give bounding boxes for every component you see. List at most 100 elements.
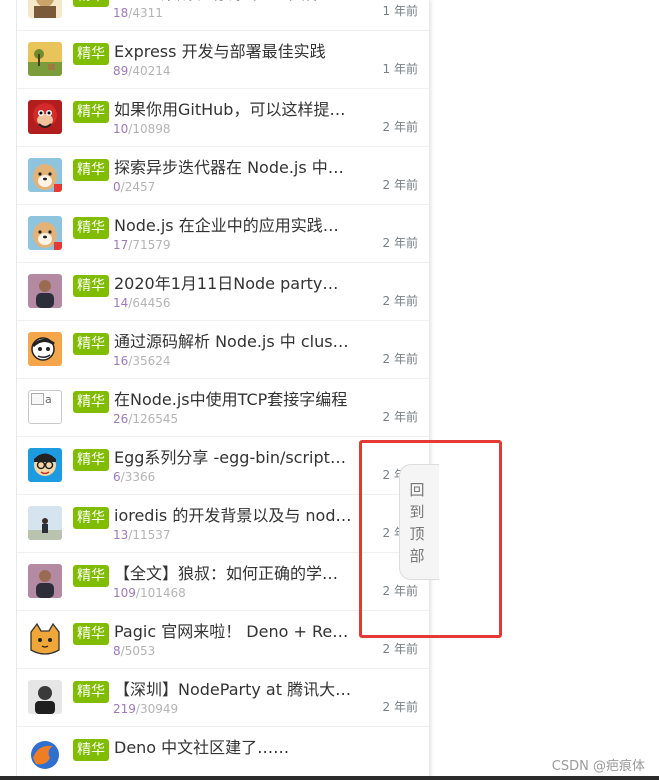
view-count: 10898 bbox=[132, 122, 171, 136]
reply-count: 89 bbox=[113, 64, 129, 78]
topic-row[interactable]: 精华Node 集成现场调试……文件导……18/43111 年前 bbox=[17, 0, 429, 31]
topic-row[interactable]: 精华 Deno 中文社区建了…… bbox=[17, 728, 429, 780]
topic-title-link[interactable]: 如果你用GitHub，可以这样提高... bbox=[114, 98, 352, 122]
featured-badge: 精华 bbox=[73, 449, 109, 471]
topic-title-link[interactable]: Express 开发与部署最佳实践 bbox=[114, 40, 352, 64]
last-reply-time: 2 年前 bbox=[382, 352, 418, 366]
topic-counts: 26/126545 bbox=[113, 412, 178, 426]
view-count: 4311 bbox=[132, 6, 163, 20]
topic-title-link[interactable]: 【全文】狼叔：如何正确的学习... bbox=[114, 562, 352, 586]
last-reply-time: 2 年前 bbox=[382, 700, 418, 714]
reply-count: 16 bbox=[113, 354, 129, 368]
last-reply-time: 2 年前 bbox=[382, 642, 418, 656]
author-avatar[interactable] bbox=[28, 0, 62, 18]
topic-title-link[interactable]: 【深圳】NodeParty at 腾讯大厦 ... bbox=[114, 678, 352, 702]
reply-count: 109 bbox=[113, 586, 136, 600]
reply-count: 219 bbox=[113, 702, 136, 716]
topic-counts: 10/10898 bbox=[113, 122, 171, 136]
featured-badge: 精华 bbox=[73, 623, 109, 645]
last-reply-time: 2 年前 bbox=[382, 120, 418, 134]
topic-row[interactable]: 精华 Node.js 在企业中的应用实践集... 17/71579 2 年前 bbox=[17, 206, 429, 263]
topic-title-link[interactable]: 2020年1月11日Node party@北... bbox=[114, 272, 352, 296]
featured-badge: 精华 bbox=[73, 333, 109, 355]
featured-badge: 精华 bbox=[73, 507, 109, 529]
topic-counts: 0/2457 bbox=[113, 180, 155, 194]
reply-count: 6 bbox=[113, 470, 121, 484]
view-count: 101468 bbox=[139, 586, 186, 600]
topic-row[interactable]: 精华 通过源码解析 Node.js 中 cluster... 16/35624 2 年… bbox=[17, 322, 429, 379]
author-avatar[interactable] bbox=[28, 158, 62, 192]
topic-list: 精华Node 集成现场调试……文件导……18/43111 年前精华Express… bbox=[16, 0, 430, 780]
topic-counts: 17/71579 bbox=[113, 238, 171, 252]
author-avatar[interactable] bbox=[28, 738, 62, 772]
view-count: 3366 bbox=[124, 470, 156, 484]
topic-row[interactable]: 精华 Express 开发与部署最佳实践 89/40214 1 年前 bbox=[17, 32, 429, 89]
reply-count: 13 bbox=[113, 528, 129, 542]
topic-row[interactable]: 精华 探索异步迭代器在 Node.js 中的... 0/2457 2 年前 bbox=[17, 148, 429, 205]
author-avatar[interactable] bbox=[28, 622, 62, 656]
author-avatar[interactable] bbox=[28, 42, 62, 76]
reply-count: 0 bbox=[113, 180, 121, 194]
view-count: 35624 bbox=[132, 354, 171, 368]
image-placeholder-icon bbox=[31, 393, 44, 405]
reply-count: 17 bbox=[113, 238, 129, 252]
topic-counts: 18/4311 bbox=[113, 6, 163, 20]
view-count: 40214 bbox=[132, 64, 171, 78]
view-count: 126545 bbox=[132, 412, 179, 426]
avatar-alt-text: a bbox=[45, 393, 52, 406]
featured-badge: 精华 bbox=[73, 0, 109, 7]
author-avatar[interactable] bbox=[28, 506, 62, 540]
reply-count: 8 bbox=[113, 644, 121, 658]
topic-title-link[interactable]: ioredis 的开发背景以及与 node_... bbox=[114, 504, 352, 528]
watermark: CSDN @疤痕体 bbox=[551, 755, 645, 774]
author-avatar[interactable] bbox=[28, 448, 62, 482]
featured-badge: 精华 bbox=[73, 565, 109, 587]
topic-counts: 16/35624 bbox=[113, 354, 171, 368]
highlight-annotation-box bbox=[359, 440, 502, 638]
topic-row[interactable]: a 精华 在Node.js中使用TCP套接字编程 26/126545 2 年前 bbox=[17, 380, 429, 437]
broken-image-icon[interactable]: a bbox=[28, 390, 62, 424]
last-reply-time: 2 年前 bbox=[382, 178, 418, 192]
featured-badge: 精华 bbox=[73, 681, 109, 703]
topic-title-link[interactable]: Deno 中文社区建了…… bbox=[114, 736, 352, 760]
topic-title-link[interactable]: 在Node.js中使用TCP套接字编程 bbox=[114, 388, 352, 412]
last-reply-time: 2 年前 bbox=[382, 294, 418, 308]
featured-badge: 精华 bbox=[73, 739, 109, 761]
author-avatar[interactable] bbox=[28, 680, 62, 714]
author-avatar[interactable] bbox=[28, 100, 62, 134]
topic-counts: 14/64456 bbox=[113, 296, 171, 310]
featured-badge: 精华 bbox=[73, 217, 109, 239]
topic-title-link[interactable]: Node.js 在企业中的应用实践集... bbox=[114, 214, 352, 238]
featured-badge: 精华 bbox=[73, 159, 109, 181]
topic-counts: 8/5053 bbox=[113, 644, 155, 658]
topic-title-link[interactable]: Pagic 官网来啦！ Deno + React ... bbox=[114, 620, 352, 644]
view-count: 5053 bbox=[124, 644, 156, 658]
view-count: 30949 bbox=[139, 702, 179, 716]
author-avatar[interactable] bbox=[28, 216, 62, 250]
topic-title-link[interactable]: 通过源码解析 Node.js 中 cluster... bbox=[114, 330, 352, 354]
author-avatar[interactable] bbox=[28, 332, 62, 366]
view-count: 11537 bbox=[132, 528, 171, 542]
featured-badge: 精华 bbox=[73, 101, 109, 123]
topic-counts: 13/11537 bbox=[113, 528, 171, 542]
featured-badge: 精华 bbox=[73, 275, 109, 297]
author-avatar[interactable] bbox=[28, 274, 62, 308]
view-count: 2457 bbox=[124, 180, 156, 194]
reply-count: 26 bbox=[113, 412, 129, 426]
topic-counts: 89/40214 bbox=[113, 64, 171, 78]
topic-title-link[interactable]: Egg系列分享 -egg-bin/scripts/cl... bbox=[114, 446, 352, 470]
last-reply-time: 2 年前 bbox=[382, 410, 418, 424]
reply-count: 10 bbox=[113, 122, 129, 136]
reply-count: 18 bbox=[113, 6, 129, 20]
topic-counts: 219/30949 bbox=[113, 702, 178, 716]
featured-badge: 精华 bbox=[73, 391, 109, 413]
last-reply-time: 1 年前 bbox=[382, 4, 418, 18]
author-avatar[interactable] bbox=[28, 564, 62, 598]
topic-row[interactable]: 精华 【深圳】NodeParty at 腾讯大厦 ... 219/30949 2 年前 bbox=[17, 670, 429, 727]
reply-count: 14 bbox=[113, 296, 129, 310]
last-reply-time: 1 年前 bbox=[382, 62, 418, 76]
topic-row[interactable]: 精华 如果你用GitHub，可以这样提高... 10/10898 2 年前 bbox=[17, 90, 429, 147]
topic-row[interactable]: 精华 2020年1月11日Node party@北... 14/64456 2 年前 bbox=[17, 264, 429, 321]
featured-badge: 精华 bbox=[73, 43, 109, 65]
topic-title-link[interactable]: 探索异步迭代器在 Node.js 中的... bbox=[114, 156, 352, 180]
